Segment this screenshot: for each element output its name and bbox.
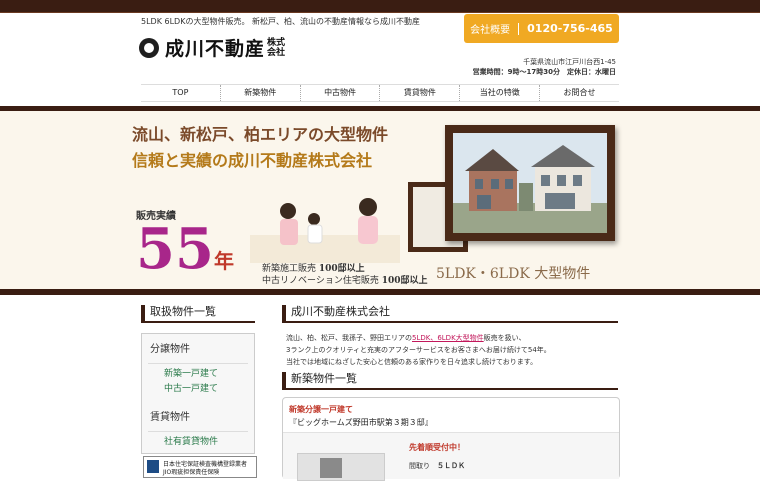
sidebar-menu: 分譲物件 新築一戸建て 中古一戸建て 賃貸物件 社有賃貸物件 (141, 333, 255, 454)
address: 千葉県流山市江戸川台西1-45 (523, 58, 616, 66)
hero-years: 55年 (136, 216, 234, 282)
jio-logo-icon (147, 460, 159, 473)
company-intro: 流山、柏、松戸、我孫子、野田エリアの5LDK、6LDK大型物件販売を扱い、 3ラ… (286, 334, 551, 366)
header-tagline: 5LDK 6LDKの大型物件販売。 新松戸、柏、流山の不動産情報なら成川不動産 (141, 17, 420, 26)
house-photo (453, 133, 607, 233)
phone-number[interactable]: 0120-756-465 (527, 22, 613, 35)
main-content: 成川不動産株式会社 流山、柏、松戸、我孫子、野田エリアの5LDK、6LDK大型物… (282, 305, 618, 368)
sidebar-heading-rental: 賃貸物件 (150, 412, 190, 423)
company-section-title: 成川不動産株式会社 (282, 305, 618, 323)
large-homes-link[interactable]: 5LDK、6LDK大型物件 (412, 334, 484, 342)
nav-top[interactable]: TOP (141, 85, 221, 101)
contact-divider (518, 22, 520, 35)
family-photo (250, 198, 400, 263)
sidebar-link-new-homes[interactable]: 新築一戸建て (142, 364, 254, 379)
listing-thumbnail[interactable] (297, 453, 385, 481)
listing-card[interactable]: 新築分譲一戸建て 『ビッグホームズ野田市駅第３期３邸』 先着順受付中！ 間取り ５… (282, 397, 620, 481)
nav-rentals[interactable]: 賃貸物件 (380, 85, 461, 101)
hero-stat-reno: 中古リノベーション住宅販売 100邸以上 (262, 276, 428, 286)
top-bar (0, 0, 760, 13)
listing-name[interactable]: 『ビッグホームズ野田市駅第３期３邸』 (289, 417, 433, 428)
nav-features[interactable]: 当社の特徴 (460, 85, 541, 101)
hero-headline-1: 流山、新松戸、柏エリアの大型物件 (132, 125, 389, 144)
hero-bar-bottom (0, 289, 760, 295)
hero-plan-text: 5LDK・6LDK 大型物件 (436, 266, 591, 282)
listing-layout-row: 間取り ５ＬＤＫ (409, 462, 465, 470)
house-photo-frame (445, 125, 615, 241)
sidebar: 取扱物件一覧 分譲物件 新築一戸建て 中古一戸建て 賃貸物件 社有賃貸物件 (141, 305, 255, 454)
site-logo[interactable]: 成川不動産 株式 会社 (139, 34, 285, 61)
sidebar-title: 取扱物件一覧 (141, 305, 255, 323)
global-nav: TOP 新築物件 中古物件 賃貸物件 当社の特徴 お問合せ (141, 84, 619, 102)
logo-suffix: 株式 会社 (267, 37, 286, 58)
new-listings-title: 新築物件一覧 (282, 372, 618, 390)
sidebar-link-company-rentals[interactable]: 社有賃貸物件 (142, 432, 254, 447)
nav-contact[interactable]: お問合せ (540, 85, 619, 101)
nav-new-homes[interactable]: 新築物件 (221, 85, 301, 101)
hero-banner: 流山、新松戸、柏エリアの大型物件 信頼と実績の成川不動産株式会社 販売実績 55… (0, 111, 760, 289)
sidebar-link-used-homes[interactable]: 中古一戸建て (142, 379, 254, 394)
listing-tag: 新築分譲一戸建て (289, 405, 353, 414)
hero-headline-2: 信頼と実績の成川不動産株式会社 (132, 151, 373, 170)
business-hours: 営業時間：9時〜17時30分 定休日：水曜日 (472, 68, 616, 76)
company-overview-link[interactable]: 会社概要 (470, 21, 510, 36)
logo-mark-icon (139, 37, 159, 58)
listing-details: 先着順受付中！ 間取り ５ＬＤＫ (283, 432, 619, 481)
sidebar-heading-sale: 分譲物件 (150, 344, 190, 355)
new-listings-section: 新築物件一覧 (282, 372, 618, 390)
logo-text: 成川不動産 (165, 38, 266, 60)
listing-status: 先着順受付中！ (409, 443, 465, 452)
nav-used-homes[interactable]: 中古物件 (301, 85, 381, 101)
contact-box[interactable]: 会社概要 0120-756-465 (464, 14, 619, 43)
